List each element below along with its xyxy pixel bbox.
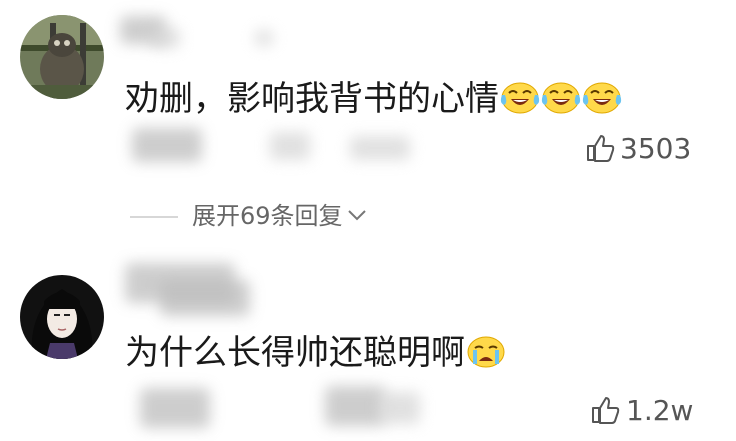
avatar-image bbox=[20, 15, 104, 99]
laughing-crying-emoji-icon bbox=[500, 82, 540, 114]
user-avatar[interactable] bbox=[20, 15, 104, 99]
like-count: 3503 bbox=[620, 132, 692, 165]
avatar-image bbox=[20, 275, 104, 359]
divider-line bbox=[130, 216, 178, 218]
comment-body: 为什么长得帅还聪明啊 bbox=[125, 333, 465, 373]
laughing-crying-emoji-icon bbox=[582, 82, 622, 114]
expand-replies-text: 展开69条回复 bbox=[192, 202, 343, 230]
comment-text: 劝删，影响我背书的心情 bbox=[125, 78, 622, 120]
chevron-down-icon bbox=[347, 210, 366, 221]
thumbs-up-icon bbox=[587, 135, 615, 162]
expand-replies-label[interactable]: 展开69条回复 bbox=[192, 201, 367, 231]
crying-emoji-icon bbox=[467, 336, 505, 368]
thumbs-up-icon bbox=[592, 397, 620, 424]
laughing-crying-emoji-icon bbox=[541, 82, 581, 114]
user-avatar[interactable] bbox=[20, 275, 104, 359]
comment-text: 为什么长得帅还聪明啊 bbox=[125, 332, 506, 374]
like-count: 1.2w bbox=[626, 394, 694, 427]
comment-body: 劝删，影响我背书的心情 bbox=[125, 79, 499, 119]
